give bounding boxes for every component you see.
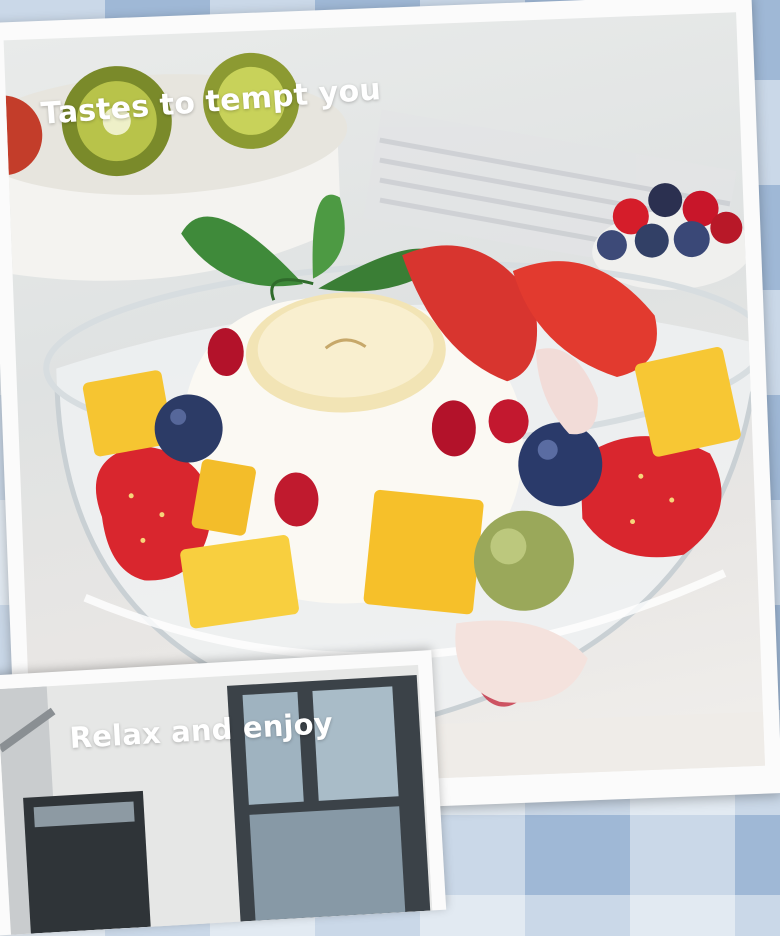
polaroid-card-window: Relax and enjoy (0, 650, 447, 936)
window-illustration (0, 664, 433, 935)
window-photo: Relax and enjoy (0, 664, 433, 935)
